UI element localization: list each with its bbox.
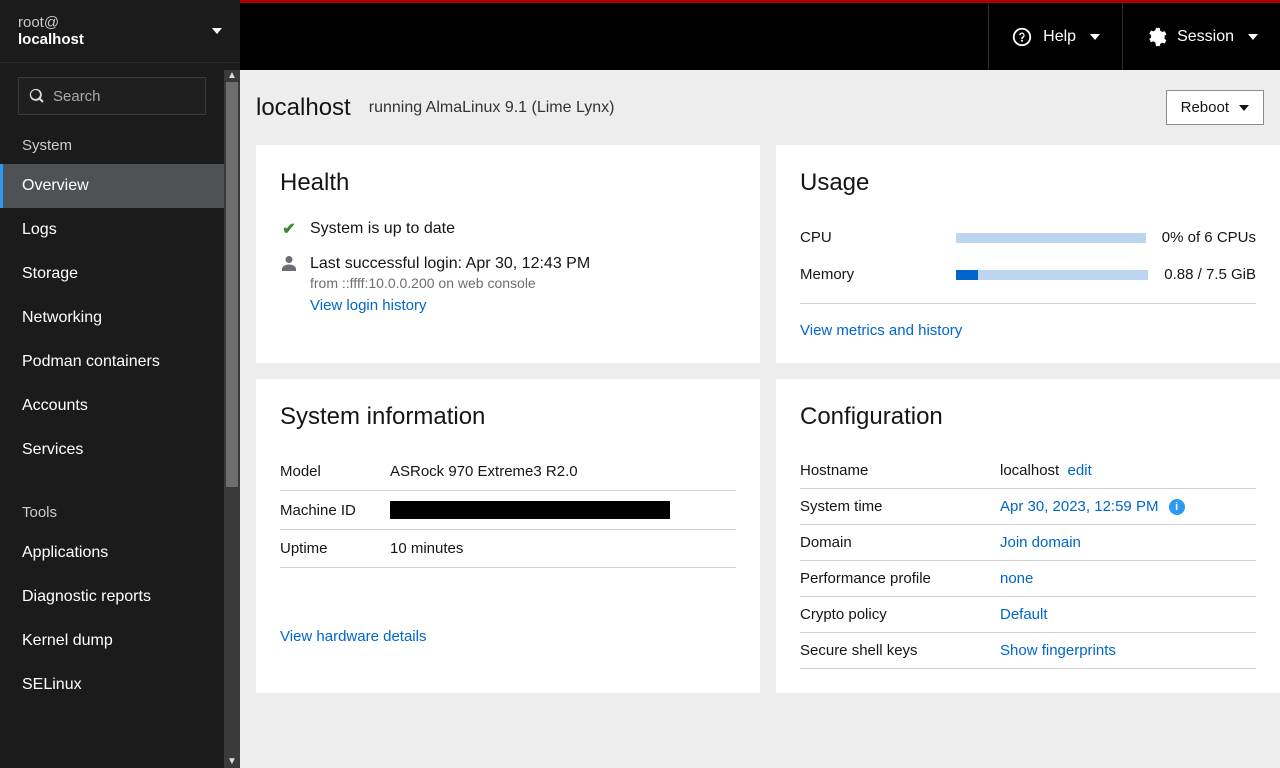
- topbar: Help Session: [240, 0, 1280, 70]
- uptime-value: 10 minutes: [390, 530, 736, 568]
- host-switcher[interactable]: root@ localhost: [0, 0, 240, 63]
- machine-id-redacted: [390, 501, 670, 519]
- usage-heading: Usage: [800, 169, 1256, 197]
- usage-cpu-row: CPU 0% of 6 CPUs: [800, 219, 1256, 256]
- sidebar-item-accounts[interactable]: Accounts: [0, 384, 224, 428]
- usage-mem-label: Memory: [800, 266, 940, 283]
- config-heading: Configuration: [800, 403, 1256, 431]
- nav-list-tools: ApplicationsDiagnostic reportsKernel dum…: [0, 531, 224, 707]
- sidebar-scrollbar[interactable]: ▲ ▼: [224, 70, 240, 768]
- page-header: localhost running AlmaLinux 9.1 (Lime Ly…: [240, 70, 1280, 145]
- sysinfo-heading: System information: [280, 403, 736, 431]
- sidebar-item-overview[interactable]: Overview: [0, 164, 224, 208]
- crypto-label: Crypto policy: [800, 597, 1000, 633]
- health-status: System is up to date: [310, 220, 455, 238]
- sidebar-item-diagnostic[interactable]: Diagnostic reports: [0, 575, 224, 619]
- sidebar: root@ localhost System OverviewLogsStora…: [0, 0, 240, 768]
- content: localhost running AlmaLinux 9.1 (Lime Ly…: [240, 70, 1280, 768]
- view-metrics-link[interactable]: View metrics and history: [800, 322, 1256, 339]
- scroll-up-icon[interactable]: ▲: [224, 70, 240, 82]
- systime-value[interactable]: Apr 30, 2023, 12:59 PM: [1000, 498, 1158, 515]
- model-label: Model: [280, 453, 390, 491]
- sidebar-item-selinux[interactable]: SELinux: [0, 663, 224, 707]
- search-input[interactable]: [53, 88, 252, 105]
- search-icon: [29, 88, 45, 104]
- sidebar-item-services[interactable]: Services: [0, 428, 224, 472]
- page-subtitle: running AlmaLinux 9.1 (Lime Lynx): [369, 99, 615, 117]
- topbar-session[interactable]: Session: [1122, 3, 1280, 70]
- card-health: Health ✔ System is up to date Last succe…: [256, 145, 760, 363]
- view-login-history-link[interactable]: View login history: [310, 297, 590, 314]
- hostname-value: localhost: [1000, 462, 1059, 479]
- usage-mem-value: 0.88 / 7.5 GiB: [1164, 266, 1256, 283]
- host-user: root@: [18, 14, 84, 31]
- view-hardware-link[interactable]: View hardware details: [280, 628, 736, 645]
- usage-cpu-label: CPU: [800, 229, 940, 246]
- sidebar-item-applications[interactable]: Applications: [0, 531, 224, 575]
- search-box: [18, 77, 206, 115]
- scroll-thumb[interactable]: [226, 82, 238, 487]
- chevron-down-icon: [212, 28, 222, 34]
- info-icon[interactable]: i: [1169, 499, 1185, 515]
- sidebar-item-storage[interactable]: Storage: [0, 252, 224, 296]
- reboot-button[interactable]: Reboot: [1166, 90, 1264, 125]
- sidebar-item-logs[interactable]: Logs: [0, 208, 224, 252]
- topbar-session-label: Session: [1177, 28, 1234, 46]
- reboot-label: Reboot: [1181, 99, 1229, 116]
- page-title: localhost: [256, 94, 351, 122]
- ssh-value[interactable]: Show fingerprints: [1000, 642, 1116, 659]
- sidebar-item-podman[interactable]: Podman containers: [0, 340, 224, 384]
- sidebar-item-kernel-dump[interactable]: Kernel dump: [0, 619, 224, 663]
- model-value: ASRock 970 Extreme3 R2.0: [390, 453, 736, 491]
- topbar-help[interactable]: Help: [988, 3, 1122, 70]
- user-icon: [280, 255, 298, 276]
- nav-section-system: System: [0, 123, 240, 164]
- card-usage: Usage CPU 0% of 6 CPUs Memory 0.88 / 7.5…: [776, 145, 1280, 363]
- perf-value[interactable]: none: [1000, 570, 1033, 587]
- nav-list-system: OverviewLogsStorageNetworkingPodman cont…: [0, 164, 224, 472]
- divider: [800, 303, 1256, 304]
- chevron-down-icon: [1239, 105, 1249, 111]
- usage-mem-row: Memory 0.88 / 7.5 GiB: [800, 256, 1256, 293]
- last-login-label: Last successful login: Apr 30, 12:43 PM: [310, 255, 590, 273]
- card-sysinfo: System information Model ASRock 970 Extr…: [256, 379, 760, 693]
- main-area: Help Session localhost running AlmaLinux…: [240, 0, 1280, 768]
- domain-value[interactable]: Join domain: [1000, 534, 1081, 551]
- chevron-down-icon: [1248, 34, 1258, 40]
- card-config: Configuration Hostname localhost edit Sy…: [776, 379, 1280, 693]
- nav-section-tools: Tools: [0, 490, 240, 531]
- host-name: localhost: [18, 31, 84, 48]
- sidebar-item-networking[interactable]: Networking: [0, 296, 224, 340]
- cpu-bar: [956, 233, 1146, 243]
- scroll-down-icon[interactable]: ▼: [224, 756, 240, 768]
- topbar-help-label: Help: [1043, 28, 1076, 46]
- gear-icon: [1145, 26, 1167, 48]
- hostname-label: Hostname: [800, 453, 1000, 489]
- ssh-label: Secure shell keys: [800, 633, 1000, 669]
- check-icon: ✔: [280, 219, 298, 239]
- uptime-label: Uptime: [280, 530, 390, 568]
- mem-bar-fill: [956, 270, 978, 280]
- last-login-from: from ::ffff:10.0.0.200 on web console: [310, 275, 590, 291]
- usage-cpu-value: 0% of 6 CPUs: [1162, 229, 1256, 246]
- hostname-edit-link[interactable]: edit: [1068, 462, 1092, 479]
- help-icon: [1011, 26, 1033, 48]
- perf-label: Performance profile: [800, 561, 1000, 597]
- chevron-down-icon: [1090, 34, 1100, 40]
- health-heading: Health: [280, 169, 736, 197]
- domain-label: Domain: [800, 525, 1000, 561]
- machine-id-label: Machine ID: [280, 491, 390, 530]
- mem-bar: [956, 270, 1148, 280]
- systime-label: System time: [800, 489, 1000, 525]
- crypto-value[interactable]: Default: [1000, 606, 1048, 623]
